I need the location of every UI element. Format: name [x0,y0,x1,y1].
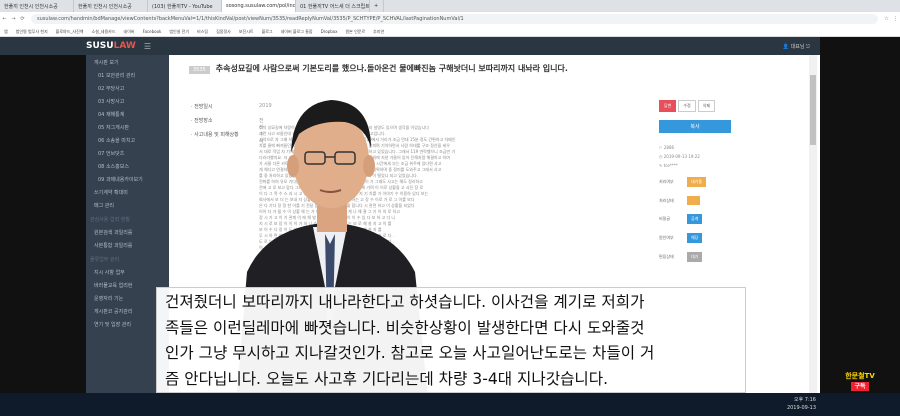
bookmark-item[interactable]: 블로그 [258,26,277,36]
post-setting-toggle[interactable] [687,196,701,205]
sidebar-item[interactable]: 원본검색 과일리를 [86,225,169,238]
browser-tab[interactable]: 한풀끼 인천시 인천시소공 [74,0,148,12]
post-action-button[interactable]: 답변 [659,100,677,112]
subtitle-line: 족들은 이런딜레마에 빠졋습니다. 비슷한상황이 발생한다면 다시 도와줄것 [165,318,645,337]
sidebar-item[interactable]: 01 보안관리 관리 [86,68,169,81]
letterbox-right [820,37,900,416]
sidebar-item[interactable]: 메그 관리 [86,198,169,211]
post-title: 3535 추속성묘길에 사람으로써 기본도리를 했으나.돌아온건 물에빠진놈 구해… [189,63,659,76]
subscribe-badge[interactable]: 구독 [851,382,869,391]
sidebar-item[interactable]: 02 부당사고 [86,81,169,94]
letterbox-left [0,37,86,416]
bookmark-item[interactable]: 소설_네용카드 [87,26,119,36]
subtitle-box: 건져줬더니 보따리까지 내나라한다고 하셧습니다. 이사건을 계기로 저희가족들… [156,287,746,393]
post-field-label: · 전방장소 [191,118,213,124]
bookmark-item[interactable]: 집몸정사 [212,26,235,36]
bookmark-item[interactable]: Facebook [139,26,166,36]
post-author: ✎ tce**** [659,163,678,168]
post-number: 3535 [189,66,210,74]
content-scrollbar[interactable] [809,55,817,416]
sidebar-item[interactable]: 쓰기계약 확대미 [86,185,169,198]
subtitle-line: 즘 안다닙니다. 오늘도 사고후 기다리는데 차량 3-4대 지나갓습니다. [165,369,609,388]
new-tab-button[interactable]: + [370,0,384,12]
bookmark-item[interactable]: 보진시트 [235,26,258,36]
bookmark-item[interactable]: 법인설 전기 [165,26,193,36]
system-clock[interactable]: 오후 7:16 2019-09-13 [787,396,816,412]
post-setting-label: 편집상태 [659,254,674,259]
reload-icon[interactable]: ⟳ [18,16,27,22]
post-setting-toggle[interactable]: 공개 [687,214,703,224]
post-field-label: · 전방일시 [191,104,213,110]
post-setting-row: 비밀글 공개 [659,214,731,224]
post-action-button[interactable]: 삭제 [697,100,716,112]
browser-tab-bar: 한풀끼 인천시 인천시소공 한풀끼 인천시 인천시소공 (103) 한풀끼TV - … [0,0,900,12]
bookmark-item[interactable]: 블로야드_사진액 [52,26,88,36]
browser-tab[interactable]: 01 한풀끼TV 어느새 더 스크립트 [296,0,370,12]
view-count: ⚐ 2886 [659,145,675,150]
bookmark-item[interactable]: 비스팅 [193,26,212,36]
sidebar-item[interactable]: 08 소스홍보스 [86,159,169,172]
sidebar-item[interactable]: 09 과제내용카이보기 [86,172,169,185]
sidebar-item[interactable]: 05 자그게시판 [86,120,169,133]
back-icon[interactable]: ← [0,16,9,22]
menu-icon[interactable]: ⋮ [891,16,900,22]
bookmark-item[interactable]: 추미연 [369,26,388,36]
post-field: · 전방장소 전라 [191,117,264,131]
subtitle-line: 인가 그냥 무시하고 지나갈것인가. 참고로 오늘 사고일어난도로는 차들이 거 [165,344,655,362]
bookmark-item[interactable]: 앱 [0,26,12,36]
post-side-panel: 답변 수정 삭제 복사 ⚐ 2886 ◷ 2019-09-13 19:22 ✎ tc… [659,100,731,262]
bookmarks-bar: 앱 법인명 법무사 천지 블로야드_사진액 소설_네용카드 네이버 Facebook 법인설… [0,26,900,37]
post-setting-toggle[interactable]: 대기중 [687,177,707,187]
app-top-nav: SUSULAW ☰ 👤 대표님 ⎋ [0,37,820,55]
forward-icon[interactable]: → [9,16,18,22]
scroll-thumb[interactable] [810,75,816,145]
copy-button[interactable]: 복사 [659,120,731,133]
sidebar-item[interactable]: 07 언브닷츠 [86,146,169,159]
bookmark-item[interactable]: 네이버 블로그 통합 [277,26,317,36]
post-action-button[interactable]: 수정 [678,100,696,112]
url-field[interactable]: susulaw.com/handmin/bdManage/viewContent… [31,14,878,24]
post-setting-toggle[interactable]: 해당 [687,233,703,243]
bookmark-item[interactable]: 네이버 [120,26,139,36]
bookmark-item[interactable]: 원본 인문르 [341,26,369,36]
browser-tab[interactable]: sosong.susulaw.com/pol/index [222,0,296,12]
post-datetime: ◷ 2019-09-13 19:22 [659,154,700,159]
browser-tab[interactable]: (103) 한풀끼TV - YouTube [148,0,222,12]
post-setting-label: 처리상태 [659,197,674,203]
post-setting-row: 처리상태 [659,196,731,205]
sidebar-item[interactable]: 03 사망사고 [86,94,169,107]
os-taskbar: 오후 7:16 2019-09-13 [0,393,900,416]
star-icon[interactable]: ☆ [882,16,891,22]
post-setting-row: 편집상태 대기 [659,252,731,262]
post-setting-label: 비밀글 [659,216,671,221]
post-setting-label: 원인여부 [659,235,674,240]
sidebar-item[interactable]: 사본통합 과일리를 [86,238,169,251]
user-menu[interactable]: 👤 대표님 ⎋ [783,43,820,50]
channel-watermark: 한문철TV 구독 [845,372,875,391]
menu-toggle-icon[interactable]: ☰ [144,42,151,51]
post-setting-label: 처리여부 [659,179,674,184]
sidebar-item[interactable]: 06 소송을 마치고 [86,133,169,146]
post-field: · 전방일시 2019 [191,103,272,110]
app-logo[interactable]: SUSULAW [0,41,136,51]
bookmark-item[interactable]: 법인명 법무사 천지 [12,26,52,36]
sidebar-section-heading: 관심사용 입력 현황 [90,217,130,223]
sidebar-item[interactable]: 게시판 보기 [86,55,169,68]
sidebar-item[interactable]: 04 재해통계 [86,107,169,120]
subtitle-line: 건져줬더니 보따리까지 내나라한다고 하셧습니다. 이사건을 계기로 저희가 [165,293,645,311]
post-setting-toggle[interactable]: 대기 [687,252,703,262]
browser-tab[interactable]: 한풀끼 인천시 인천시소공 [0,0,74,12]
post-setting-row: 처리여부 대기중 [659,177,731,187]
bookmark-item[interactable]: Dropbox [317,26,342,36]
sidebar-section-heading: 물류업무 관리 [90,257,120,263]
sidebar-item[interactable]: 지시 사항 업무 [86,265,169,278]
post-setting-row: 원인여부 해당 [659,233,731,243]
address-bar: ← → ⟳ susulaw.com/handmin/bdManage/viewC… [0,12,900,26]
